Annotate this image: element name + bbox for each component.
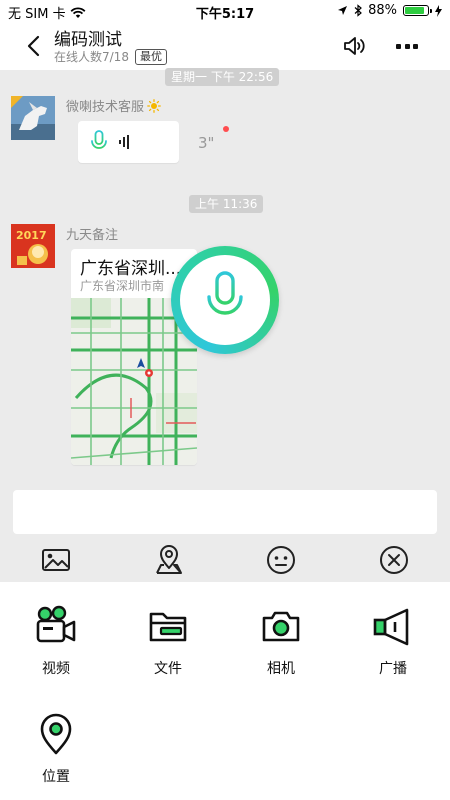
close-circle-icon[interactable] <box>377 543 411 577</box>
back-button[interactable] <box>24 34 44 58</box>
panel-item-label: 相机 <box>267 661 295 677</box>
more-functions-panel: 视频 文件 相机 广播 位置 <box>0 582 450 800</box>
file-button[interactable]: 文件 <box>133 604 203 678</box>
battery-fill <box>405 7 424 14</box>
sender-name-text: 微喇技术客服 <box>66 100 145 115</box>
sender-name: 微喇技术客服 <box>66 96 161 115</box>
more-menu-button[interactable] <box>396 36 418 56</box>
panel-item-label: 文件 <box>154 661 182 677</box>
timestamp-chip: 上午 11:36 <box>189 195 264 213</box>
folder-icon <box>149 612 187 642</box>
panel-item-label: 广播 <box>379 661 407 677</box>
mic-icon <box>207 271 243 326</box>
location-pin-icon[interactable] <box>152 543 186 577</box>
message-input[interactable] <box>13 490 437 534</box>
avatar[interactable]: 2017 <box>11 224 55 268</box>
chat-title: 编码测试 <box>54 30 122 50</box>
chat-subtitle: 在线人数7/18 最优 <box>54 48 167 65</box>
more-dot <box>396 43 401 49</box>
panel-item-label: 视频 <box>42 661 70 677</box>
status-bar: 无 SIM 卡 下午5:17 88% <box>0 0 450 22</box>
video-camera-icon <box>36 605 76 643</box>
speaker-icon[interactable] <box>343 35 367 57</box>
message-list[interactable]: 星期一 下午 22:56 微喇技术客服 3" 上午 11:36 2017 九天备… <box>0 68 450 550</box>
unread-indicator <box>223 126 229 132</box>
location-title: 广东省深圳... <box>80 259 182 279</box>
panel-item-label: 位置 <box>42 769 70 785</box>
emoji-icon[interactable] <box>264 543 298 577</box>
voice-message-bubble[interactable] <box>78 121 179 163</box>
sound-wave-icon <box>119 135 129 149</box>
camera-icon <box>262 611 300 642</box>
sender-name: 九天备注 <box>66 228 119 243</box>
timestamp-chip: 星期一 下午 22:56 <box>165 68 280 86</box>
svg-text:2017: 2017 <box>16 229 47 242</box>
location-address: 广东省深圳市南 <box>80 279 165 293</box>
sun-icon <box>147 98 161 113</box>
megaphone-icon <box>373 608 409 646</box>
battery-percent: 88% <box>368 3 397 18</box>
charging-icon <box>435 4 442 17</box>
bluetooth-icon <box>354 4 363 17</box>
video-button[interactable]: 视频 <box>21 604 91 678</box>
voice-duration: 3" <box>198 134 215 152</box>
location-icon <box>40 713 72 755</box>
location-arrow-icon <box>338 6 348 15</box>
location-button[interactable]: 位置 <box>21 712 91 786</box>
avatar[interactable] <box>11 96 55 140</box>
mic-icon <box>91 130 107 152</box>
voice-recording-indicator <box>171 246 279 354</box>
online-count: 在线人数7/18 <box>54 50 129 64</box>
battery-icon <box>403 5 432 16</box>
more-dot <box>404 43 410 49</box>
broadcast-button[interactable]: 广播 <box>358 604 428 678</box>
image-icon[interactable] <box>39 543 73 577</box>
chat-header: 编码测试 在线人数7/18 最优 <box>0 22 450 70</box>
more-dot <box>413 43 418 49</box>
input-toolbar <box>0 540 450 582</box>
quality-badge: 最优 <box>134 48 167 65</box>
camera-button[interactable]: 相机 <box>246 604 316 678</box>
